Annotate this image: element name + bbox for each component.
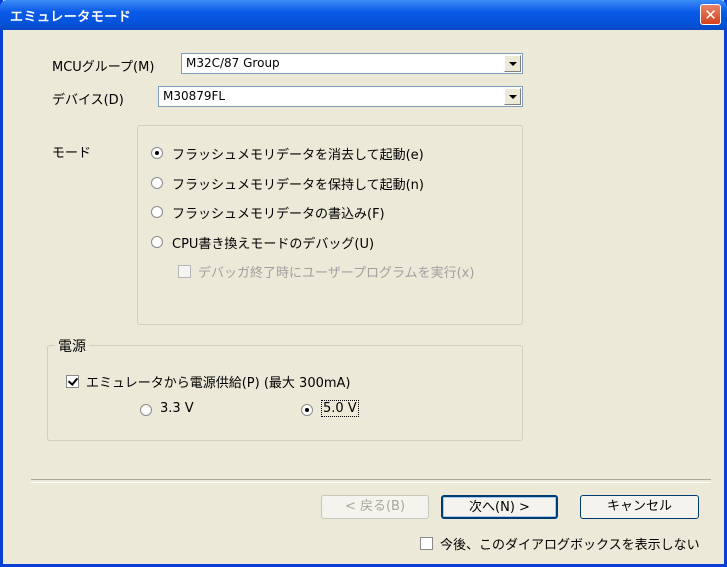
run-user-program-checkbox[interactable] — [178, 265, 191, 278]
power-supply-label[interactable]: エミュレータから電源供給(P) (最大 300mA) — [86, 372, 351, 391]
voltage-option-5v0[interactable]: 5.0 V — [321, 400, 359, 417]
mode-option-keep[interactable]: フラッシュメモリデータを保持して起動(n) — [172, 174, 424, 193]
mode-radio-erase[interactable] — [151, 147, 163, 159]
mcu-group-select[interactable]: M32C/87 Group — [181, 53, 523, 74]
mode-label: モード — [52, 146, 92, 161]
window-title: エミュレータモード — [10, 10, 132, 25]
mode-radio-keep[interactable] — [151, 177, 163, 189]
back-button[interactable]: < 戻る(B) — [321, 495, 429, 519]
mode-option-erase[interactable]: フラッシュメモリデータを消去して起動(e) — [172, 144, 424, 163]
mode-option-write[interactable]: フラッシュメモリデータの書込み(F) — [172, 203, 385, 222]
cancel-button[interactable]: キャンセル — [580, 495, 699, 519]
mode-radio-cpu-rewrite[interactable] — [151, 236, 163, 248]
mcu-group-value: M32C/87 Group — [186, 56, 280, 70]
power-group-label: 電源 — [55, 336, 89, 356]
dont-show-label[interactable]: 今後、このダイアログボックスを表示しない — [440, 534, 700, 553]
emulator-mode-dialog: エミュレータモード ✕ MCUグループ(M) M32C/87 Group デバイ… — [0, 0, 727, 567]
mode-option-cpu-rewrite[interactable]: CPU書き換えモードのデバッグ(U) — [172, 233, 374, 252]
next-button[interactable]: 次へ(N) > — [441, 495, 558, 519]
power-supply-checkbox[interactable] — [66, 375, 79, 388]
run-user-program-label: デバッガ終了時にユーザープログラムを実行(x) — [198, 266, 475, 281]
mode-radio-write[interactable] — [151, 206, 163, 218]
divider — [31, 479, 711, 483]
title-bar[interactable]: エミュレータモード ✕ — [0, 0, 727, 30]
device-label: デバイス(D) — [52, 93, 124, 108]
power-group — [47, 345, 523, 441]
mcu-group-dropdown-arrow-icon[interactable] — [504, 55, 521, 72]
close-icon[interactable]: ✕ — [700, 4, 721, 25]
device-select[interactable]: M30879FL — [158, 86, 523, 107]
voltage-option-3v3[interactable]: 3.3 V — [160, 401, 194, 416]
mcu-group-label: MCUグループ(M) — [52, 60, 155, 75]
device-value: M30879FL — [163, 89, 226, 103]
device-dropdown-arrow-icon[interactable] — [504, 88, 521, 105]
voltage-radio-3v3[interactable] — [140, 404, 152, 416]
dont-show-checkbox[interactable] — [420, 537, 433, 550]
voltage-radio-5v0[interactable] — [301, 404, 313, 416]
